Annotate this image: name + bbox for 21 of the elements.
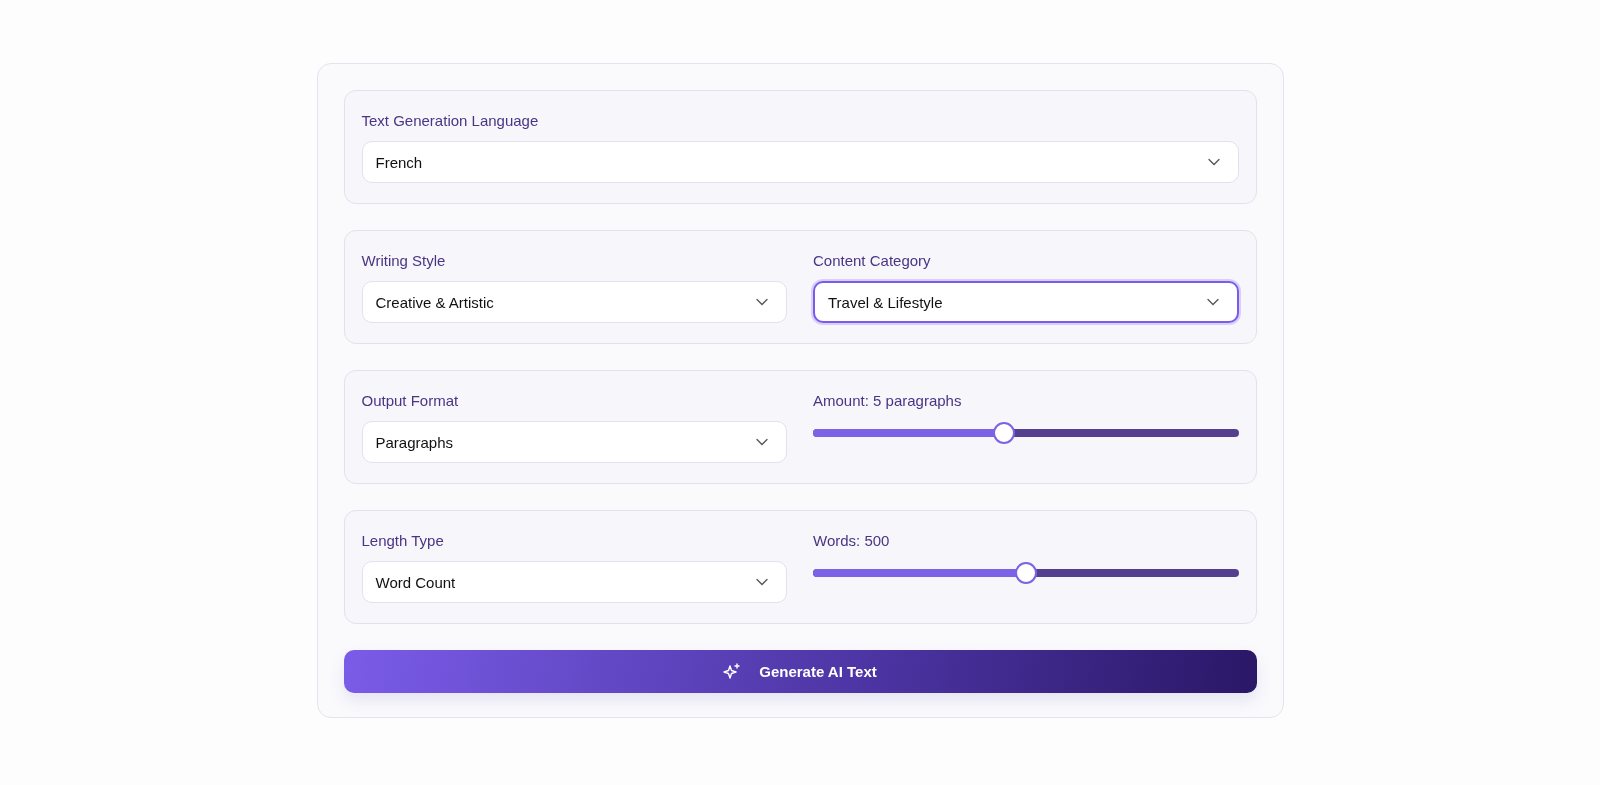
chevron-down-icon (1206, 298, 1219, 306)
dropdown-select[interactable]: Travel & Lifestyle (813, 281, 1239, 323)
field-label: Output Format (361, 392, 460, 410)
dropdown-select[interactable]: Word Count (361, 561, 787, 603)
field-label: Writing Style (361, 252, 447, 270)
field-label: Length Type (361, 532, 445, 550)
chevron-down-icon (756, 298, 768, 306)
field-label: Text Generation Language (361, 112, 540, 130)
chevron-down-icon (1207, 158, 1220, 166)
slider-thumb[interactable] (1014, 562, 1037, 584)
dropdown-select[interactable]: Creative & Artistic (361, 281, 787, 323)
generate-button[interactable]: Generate AI Text (343, 650, 1257, 693)
field-label: Amount: 5 paragraphs (813, 392, 963, 410)
field-label: Words: 500 (813, 532, 891, 550)
slider-thumb[interactable] (993, 422, 1016, 444)
chevron-down-icon (756, 438, 768, 446)
dropdown-select[interactable]: Paragraphs (361, 421, 787, 463)
dropdown-select[interactable]: French (361, 141, 1239, 183)
chevron-down-icon (756, 578, 768, 586)
field-label: Content Category (813, 252, 932, 270)
sparkle-icon (723, 662, 742, 681)
